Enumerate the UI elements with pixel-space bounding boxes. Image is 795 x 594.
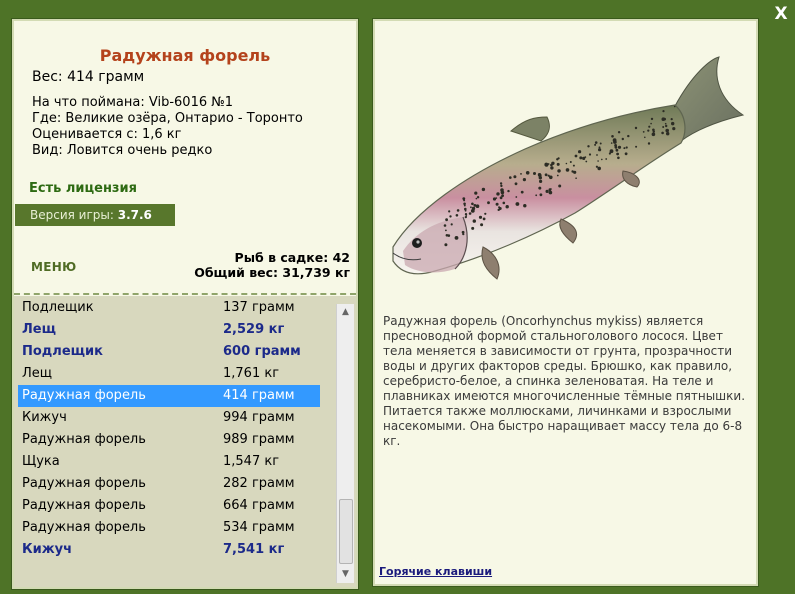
rainbow-trout-image bbox=[392, 56, 745, 280]
list-item[interactable]: Радужная форель 664 грамм bbox=[18, 495, 320, 517]
list-item-name: Радужная форель bbox=[22, 498, 146, 513]
hotkeys-link[interactable]: Горячие клавиши bbox=[379, 565, 492, 578]
fish-info-panel: Радужная форель Вес: 414 грамм На что по… bbox=[12, 19, 358, 589]
fish-valuation: Оценивается с: 1,6 кг bbox=[32, 127, 182, 142]
catch-list[interactable]: Подлещик 137 грамм Лещ 2,529 кг Подлещик 600 … bbox=[14, 296, 356, 587]
list-item[interactable]: Лещ 2,529 кг bbox=[18, 319, 320, 341]
list-item-weight: 600 грамм bbox=[223, 344, 301, 359]
list-item[interactable]: Радужная форель 534 грамм bbox=[18, 517, 320, 539]
fish-count: Рыб в садке: 42 bbox=[234, 250, 350, 265]
list-item-weight: 137 грамм bbox=[223, 300, 295, 315]
list-item-name: Радужная форель bbox=[22, 432, 146, 447]
fish-title: Радужная форель bbox=[99, 46, 271, 65]
version-value: 3.7.6 bbox=[117, 208, 152, 222]
close-icon[interactable]: X bbox=[774, 4, 787, 24]
scrollbar-thumb[interactable] bbox=[339, 499, 353, 564]
keepnet-stats: Рыб в садке: 42 Общий вес: 31,739 кг bbox=[194, 250, 350, 280]
arrow-down-icon[interactable]: ▼ bbox=[337, 566, 354, 583]
list-item-name: Радужная форель bbox=[22, 520, 146, 535]
list-item[interactable]: Щука 1,547 кг bbox=[18, 451, 320, 473]
list-item[interactable]: Кижуч 7,541 кг bbox=[18, 539, 320, 561]
list-item-name: Подлещик bbox=[22, 300, 94, 315]
list-item[interactable]: Подлещик 137 грамм bbox=[18, 297, 320, 319]
fish-rarity: Вид: Ловится очень редко bbox=[32, 143, 213, 158]
list-item-weight: 282 грамм bbox=[223, 476, 295, 491]
version-bar: Версия игры: 3.7.6 bbox=[15, 204, 175, 226]
list-item-name: Подлещик bbox=[22, 344, 103, 359]
list-item-name: Кижуч bbox=[22, 542, 73, 557]
list-item-weight: 1,761 кг bbox=[223, 366, 280, 381]
list-item-weight: 414 грамм bbox=[223, 388, 295, 403]
list-item[interactable]: Радужная форель 282 грамм bbox=[18, 473, 320, 495]
list-item-weight: 994 грамм bbox=[223, 410, 295, 425]
list-item[interactable]: Лещ 1,761 кг bbox=[18, 363, 320, 385]
divider bbox=[14, 293, 356, 295]
list-item-weight: 1,547 кг bbox=[223, 454, 280, 469]
fish-description: Радужная форель (Oncorhynchus mykiss) яв… bbox=[383, 314, 746, 448]
fish-weight: Вес: 414 грамм bbox=[32, 69, 145, 85]
list-item-name: Радужная форель bbox=[22, 388, 146, 403]
list-item-weight: 664 грамм bbox=[223, 498, 295, 513]
list-item-name: Кижуч bbox=[22, 410, 67, 425]
total-weight: Общий вес: 31,739 кг bbox=[194, 265, 350, 280]
fish-location: Где: Великие озёра, Онтарио - Торонто bbox=[32, 111, 303, 126]
list-item-name: Лещ bbox=[22, 366, 53, 381]
list-item-name: Радужная форель bbox=[22, 476, 146, 491]
list-item-weight: 2,529 кг bbox=[223, 322, 285, 337]
list-item-weight: 989 грамм bbox=[223, 432, 295, 447]
arrow-up-icon[interactable]: ▲ bbox=[337, 304, 354, 321]
list-item[interactable]: Радужная форель 414 грамм bbox=[18, 385, 320, 407]
list-item-weight: 534 грамм bbox=[223, 520, 295, 535]
close-button[interactable]: X bbox=[770, 4, 792, 24]
list-item[interactable]: Радужная форель 989 грамм bbox=[18, 429, 320, 451]
license-status: Есть лицензия bbox=[29, 181, 137, 196]
fish-picture-panel: Радужная форель (Oncorhynchus mykiss) яв… bbox=[373, 19, 758, 586]
list-item[interactable]: Кижуч 994 грамм bbox=[18, 407, 320, 429]
version-label: Версия игры: bbox=[30, 208, 114, 222]
list-item[interactable]: Подлещик 600 грамм bbox=[18, 341, 320, 363]
list-scrollbar[interactable]: ▲ ▼ bbox=[336, 304, 354, 583]
list-item-weight: 7,541 кг bbox=[223, 542, 285, 557]
list-item-name: Лещ bbox=[22, 322, 56, 337]
menu-button[interactable]: МЕНЮ bbox=[31, 260, 76, 274]
fish-bait: На что поймана: Vib-6016 №1 bbox=[32, 95, 234, 110]
list-item-name: Щука bbox=[22, 454, 60, 469]
